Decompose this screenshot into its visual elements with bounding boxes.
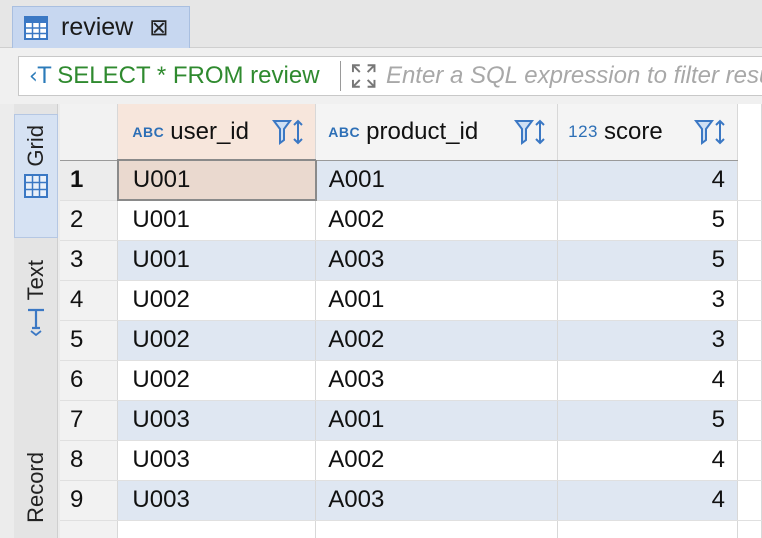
cell-product-id[interactable]: A002 [315, 440, 559, 481]
tab-text[interactable]: Text [14, 254, 58, 354]
tab-title: review [61, 13, 134, 41]
tab-record-label: Record [23, 452, 48, 523]
cell-product-id[interactable]: A002 [315, 200, 559, 241]
filter-bar: ‹T SELECT * FROM review [0, 48, 762, 104]
sql-filter-box: ‹T SELECT * FROM review [18, 56, 762, 96]
table-row[interactable]: 1 U001 A001 4 [60, 159, 762, 201]
filler-cell [737, 160, 762, 201]
tab-record[interactable]: Record [14, 448, 58, 538]
cell-product-id[interactable]: A003 [315, 480, 559, 521]
cell-product-id[interactable]: A001 [315, 280, 559, 321]
empty-cell [557, 520, 738, 538]
cell-score[interactable]: 5 [557, 240, 738, 281]
filter-sort-icon[interactable] [271, 118, 307, 146]
cell-user-id[interactable]: U001 [117, 200, 317, 241]
filler-cell [737, 440, 762, 481]
column-name: score [604, 117, 663, 145]
cell-score[interactable]: 4 [557, 480, 738, 521]
table-row[interactable]: 5 U002 A002 3 [60, 320, 762, 361]
cell-score[interactable]: 4 [557, 360, 738, 401]
result-grid: ABC user_id ABC product_id 123 score 1 U… [60, 104, 762, 538]
row-number: 7 [60, 400, 119, 441]
table-row[interactable]: 8 U003 A002 4 [60, 440, 762, 481]
string-type-icon: ABC [328, 123, 361, 140]
cell-user-id[interactable]: U002 [117, 280, 317, 321]
column-name: product_id [366, 117, 479, 145]
column-header-score[interactable]: 123 score [557, 104, 738, 161]
table-row[interactable]: 2 U001 A002 5 [60, 200, 762, 241]
filter-sort-icon[interactable] [513, 118, 549, 146]
filler-cell [737, 240, 762, 281]
row-number-header [60, 104, 119, 161]
empty-cell [117, 520, 317, 538]
cell-user-id[interactable]: U002 [117, 320, 317, 361]
row-number: 1 [60, 160, 119, 201]
filler-cell [737, 360, 762, 401]
row-number: 8 [60, 440, 119, 481]
cell-user-id[interactable]: U001 [116, 159, 317, 201]
cell-score[interactable]: 3 [557, 320, 738, 361]
editor-tab-strip: review ⊠ [0, 0, 762, 48]
tab-review[interactable]: review ⊠ [12, 6, 190, 48]
row-number: 6 [60, 360, 119, 401]
cell-user-id[interactable]: U001 [117, 240, 317, 281]
sql-query-text: SELECT * FROM review [57, 62, 320, 89]
row-number: 5 [60, 320, 119, 361]
filler-cell [737, 200, 762, 241]
empty-cell [60, 520, 119, 538]
empty-header [737, 104, 762, 160]
filter-sort-icon[interactable] [693, 118, 729, 146]
cell-user-id[interactable]: U003 [117, 400, 317, 441]
tab-text-label: Text [23, 260, 48, 301]
cell-score[interactable]: 4 [557, 160, 738, 201]
table-body: 1 U001 A001 4 2 U001 A002 5 3 U001 A003 5 4 U002 A001 3… [60, 159, 762, 538]
table-icon [24, 15, 48, 40]
table-row[interactable]: 7 U003 A001 5 [60, 400, 762, 441]
column-header-user-id[interactable]: ABC user_id [117, 104, 317, 161]
row-number: 2 [60, 200, 119, 241]
string-type-icon: ABC [132, 123, 165, 140]
filter-expression-input[interactable] [385, 62, 762, 90]
column-name: user_id [170, 117, 249, 145]
row-number: 3 [60, 240, 119, 281]
cell-score[interactable]: 4 [557, 440, 738, 481]
table-row[interactable]: 9 U003 A003 4 [60, 480, 762, 521]
number-type-icon: 123 [568, 121, 598, 141]
empty-cell [315, 520, 559, 538]
filler-cell [737, 320, 762, 361]
text-icon [28, 309, 44, 337]
cell-user-id[interactable]: U003 [117, 480, 317, 521]
cell-score[interactable]: 5 [557, 200, 738, 241]
cell-product-id[interactable]: A001 [315, 400, 559, 441]
cell-product-id[interactable]: A003 [315, 360, 559, 401]
empty-row [60, 520, 762, 538]
close-icon[interactable]: ⊠ [149, 16, 168, 39]
sql-text-icon: ‹T [29, 63, 52, 89]
header-row: ABC user_id ABC product_id 123 score [60, 104, 762, 161]
expand-icon[interactable] [351, 63, 376, 89]
cell-user-id[interactable]: U002 [117, 360, 317, 401]
table-row[interactable]: 3 U001 A003 5 [60, 240, 762, 281]
column-header-product-id[interactable]: ABC product_id [315, 104, 559, 161]
table-row[interactable]: 6 U002 A003 4 [60, 360, 762, 401]
row-number: 9 [60, 480, 119, 521]
empty-cell [737, 520, 762, 538]
filler-cell [737, 280, 762, 321]
cell-user-id[interactable]: U003 [117, 440, 317, 481]
cell-product-id[interactable]: A003 [315, 240, 559, 281]
cell-product-id[interactable]: A002 [315, 320, 559, 361]
tab-grid-label: Grid [23, 125, 48, 167]
filler-cell [737, 400, 762, 441]
row-number: 4 [60, 280, 119, 321]
divider [339, 61, 341, 91]
grid-icon [24, 173, 48, 198]
results-table: ABC user_id ABC product_id 123 score 1 U… [60, 104, 762, 538]
cell-score[interactable]: 3 [557, 280, 738, 321]
view-mode-tabs: Grid Text Record [14, 104, 58, 538]
filler-cell [737, 480, 762, 521]
cell-product-id[interactable]: A001 [315, 160, 559, 201]
table-row[interactable]: 4 U002 A001 3 [60, 280, 762, 321]
tab-grid[interactable]: Grid [14, 114, 58, 238]
cell-score[interactable]: 5 [557, 400, 738, 441]
